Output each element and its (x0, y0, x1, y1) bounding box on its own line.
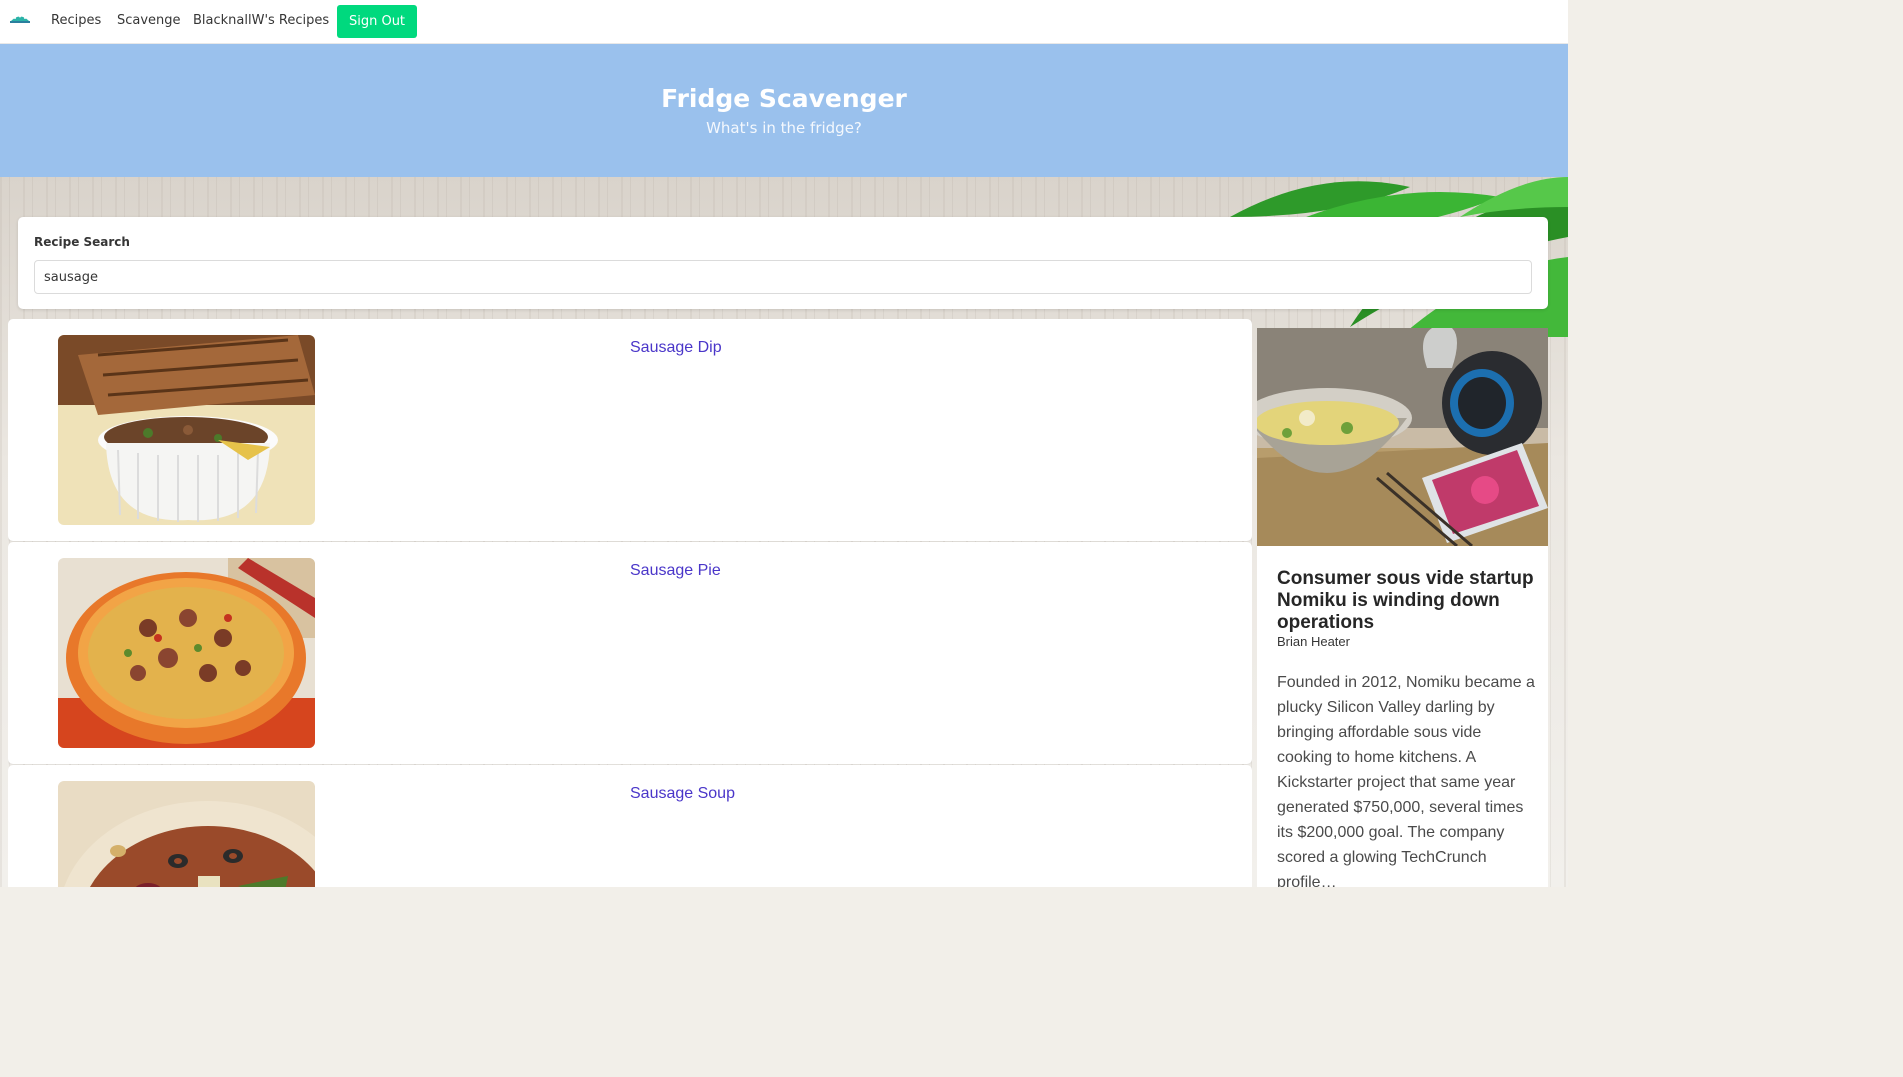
news-body: Founded in 2012, Nomiku became a plucky … (1277, 674, 1535, 887)
nav-my-recipes-link[interactable]: BlacknallW's Recipes (193, 13, 329, 28)
recipe-image[interactable] (58, 558, 315, 748)
page-subtitle: What's in the fridge? (706, 119, 862, 137)
search-label: Recipe Search (34, 235, 130, 249)
recipe-search-input[interactable] (34, 260, 1532, 294)
page-title: Fridge Scavenger (661, 84, 907, 113)
recipe-title-link[interactable]: Sausage Dip (630, 339, 722, 357)
nav-scavenge-link[interactable]: Scavenge (117, 13, 181, 28)
recipe-title-link[interactable]: Sausage Pie (630, 562, 721, 580)
recipe-image[interactable] (58, 781, 315, 887)
recipe-search-card: Recipe Search (18, 217, 1548, 309)
news-card[interactable]: Consumer sous vide startup Nomiku is win… (1257, 328, 1548, 887)
recipe-card[interactable]: Sausage Pie (8, 542, 1252, 764)
nav-recipes-link[interactable]: Recipes (51, 13, 101, 28)
recipe-results-list: Sausage Dip Sausage Pie Sausage Soup (8, 319, 1252, 887)
recipe-card[interactable]: Sausage Soup (8, 765, 1252, 887)
recipe-title-link[interactable]: Sausage Soup (630, 785, 735, 803)
news-image[interactable] (1257, 328, 1548, 546)
news-author: Brian Heater (1277, 634, 1350, 649)
sign-out-button[interactable]: Sign Out (337, 5, 417, 38)
hero-banner: Fridge Scavenger What's in the fridge? (0, 44, 1568, 177)
recipe-card[interactable]: Sausage Dip (8, 319, 1252, 541)
logo-icon[interactable] (9, 12, 31, 26)
recipe-image[interactable] (58, 335, 315, 525)
news-title[interactable]: Consumer sous vide startup Nomiku is win… (1277, 568, 1537, 634)
navbar: Recipes Scavenge BlacknallW's Recipes Si… (0, 0, 1568, 44)
